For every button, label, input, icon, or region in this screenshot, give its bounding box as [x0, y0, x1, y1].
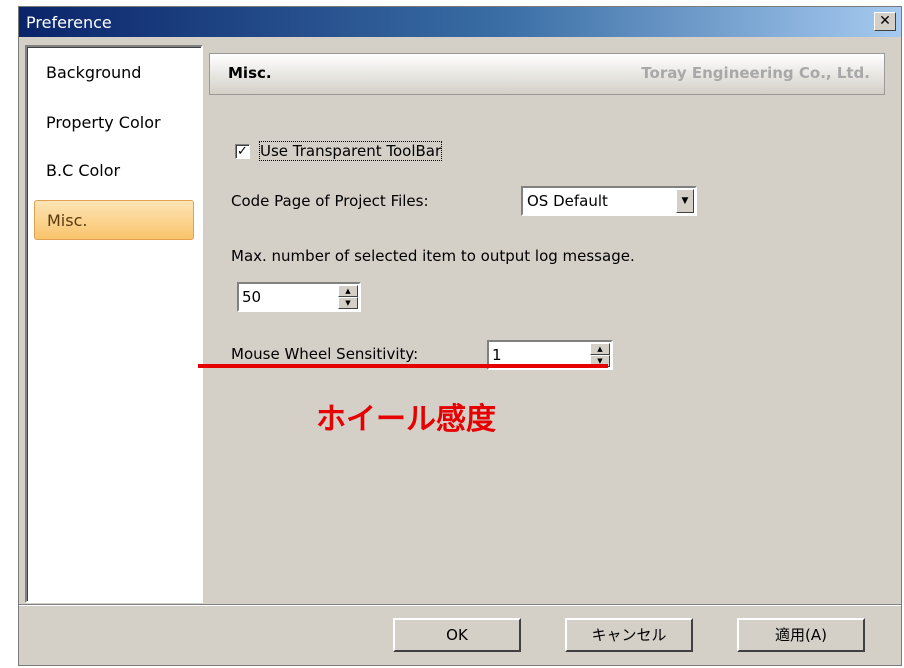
- code-page-select[interactable]: OS Default ▼: [521, 186, 697, 216]
- close-icon: ✕: [879, 13, 891, 29]
- wheel-sensitivity-label: Mouse Wheel Sensitivity:: [231, 345, 419, 363]
- transparent-toolbar-label[interactable]: Use Transparent ToolBar: [258, 141, 443, 161]
- panel-header: Misc. Toray Engineering Co., Ltd.: [209, 53, 885, 95]
- apply-button[interactable]: 適用(A): [737, 618, 865, 652]
- spin-up-icon[interactable]: ▲: [590, 343, 610, 355]
- category-list: Background Property Color B.C Color Misc…: [25, 45, 203, 603]
- window-title: Preference: [26, 13, 112, 32]
- settings-panel: ✓ Use Transparent ToolBar Code Page of P…: [209, 95, 885, 603]
- dropdown-arrow-icon[interactable]: ▼: [676, 189, 694, 213]
- sidebar-item-background[interactable]: Background: [34, 53, 194, 93]
- code-page-value: OS Default: [527, 192, 608, 210]
- ok-button[interactable]: OK: [393, 618, 521, 652]
- title-bar[interactable]: Preference ✕: [19, 7, 901, 37]
- panel-title: Misc.: [228, 64, 272, 82]
- sidebar-item-bc-color[interactable]: B.C Color: [34, 151, 194, 191]
- code-page-label: Code Page of Project Files:: [231, 192, 429, 210]
- sidebar-item-misc[interactable]: Misc.: [34, 200, 194, 240]
- max-items-spin-buttons: ▲ ▼: [338, 285, 358, 309]
- spin-up-icon[interactable]: ▲: [338, 285, 358, 297]
- max-items-stepper[interactable]: 50 ▲ ▼: [237, 282, 361, 312]
- preference-dialog: Preference ✕ Background Property Color B…: [18, 6, 902, 666]
- close-button[interactable]: ✕: [874, 12, 896, 31]
- transparent-toolbar-checkbox[interactable]: ✓: [235, 144, 250, 159]
- max-items-label: Max. number of selected item to output l…: [231, 247, 635, 265]
- annotation-label: ホイール感度: [316, 402, 496, 437]
- button-bar: OK キャンセル 適用(A): [19, 605, 901, 666]
- company-name: Toray Engineering Co., Ltd.: [641, 64, 870, 82]
- spin-down-icon[interactable]: ▼: [338, 297, 358, 309]
- sidebar-item-property-color[interactable]: Property Color: [34, 103, 194, 143]
- cancel-button[interactable]: キャンセル: [565, 618, 693, 652]
- check-icon: ✓: [237, 144, 248, 159]
- wheel-sensitivity-value: 1: [492, 346, 502, 364]
- max-items-value: 50: [242, 288, 262, 306]
- highlight-underline: [198, 364, 608, 368]
